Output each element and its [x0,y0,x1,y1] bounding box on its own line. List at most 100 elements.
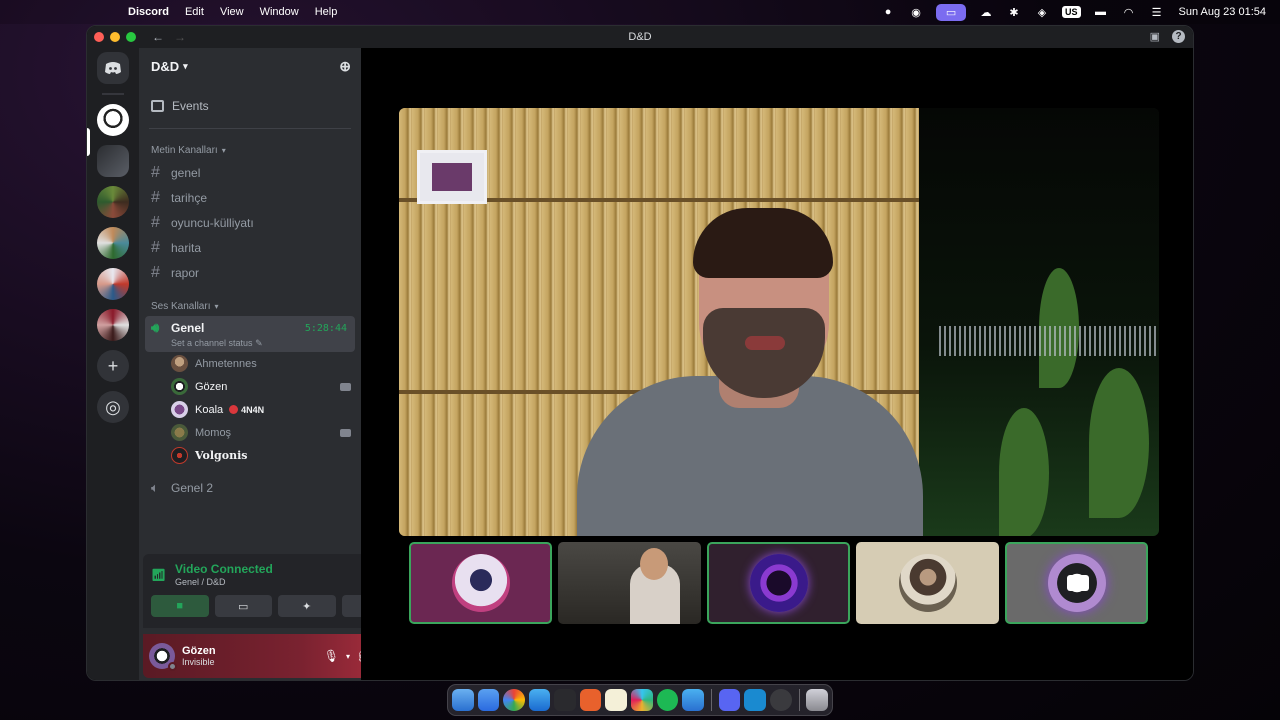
voice-user[interactable]: Volgonis [139,444,361,467]
voice-user[interactable]: Momoş [139,421,361,444]
claude-icon[interactable] [579,689,602,711]
slack-icon[interactable] [631,689,653,711]
menu-view[interactable]: View [220,6,244,18]
gamepad-icon[interactable]: ◈ [1034,5,1050,19]
channel-tarihce[interactable]: # tarihçe [139,185,361,210]
files-icon[interactable] [682,689,704,711]
mail-icon[interactable] [477,689,500,711]
invite-people-icon[interactable]: ⊕ [339,58,351,75]
voice-channel-genel-2[interactable]: 🔈︎ Genel 2 [139,475,361,500]
menu-app-name[interactable]: Discord [128,6,169,18]
discord-tray-icon[interactable]: ◉ [908,5,924,19]
voice-user[interactable]: Koala 4N4N [139,398,361,421]
screen-share-status-icon[interactable]: ▭ [936,3,967,21]
status-invisible-icon [168,662,177,671]
control-center-icon[interactable]: ☰ [1149,5,1165,19]
menu-edit[interactable]: Edit [185,6,204,18]
avatar [451,554,510,612]
clan-badge-icon [229,405,239,414]
user-name: Gözen [182,645,216,657]
channel-harita[interactable]: # harita [139,235,361,260]
connection-status[interactable]: Video Connected [175,562,273,576]
help-icon[interactable]: ? [1172,30,1185,43]
channel-label: tarihçe [171,190,208,205]
hash-icon: # [151,163,160,181]
active-server-indicator [87,128,90,156]
avatar[interactable] [149,643,177,671]
server-folder[interactable] [97,186,129,218]
discover-compass-icon[interactable]: ◎ [97,391,129,423]
inbox-icon[interactable]: ▣ [1150,30,1160,43]
user-info[interactable]: Gözen Invisible [182,645,216,667]
microphone-icon[interactable]: 🎙︎ [324,649,339,663]
video-background [939,326,1159,356]
hash-icon: # [151,238,160,256]
voice-user[interactable]: Gözen [139,375,361,398]
speaker-icon: 🔈︎ [151,479,159,495]
signal-strength-icon[interactable]: 📶︎ [151,568,175,582]
participant-tile[interactable] [558,542,701,624]
activities-button[interactable]: ✦ [278,595,336,617]
focused-video-tile[interactable] [399,108,1159,536]
avatar [171,378,188,395]
category-voice-channels[interactable]: Ses Kanalları ▾ [139,285,361,316]
voice-user-name: Momoş [195,426,232,439]
add-server-button[interactable]: + [97,350,129,382]
server-folder[interactable] [97,268,129,300]
server-icon-active[interactable] [97,145,129,177]
chevron-down-icon[interactable]: ▾ [346,652,350,661]
input-source-indicator[interactable]: US [1062,6,1081,18]
participant-tile[interactable] [856,542,999,624]
direct-messages-button[interactable] [97,52,129,84]
battery-icon[interactable]: ▬ [1093,5,1109,19]
screen-share-button[interactable]: ▭ [214,595,272,617]
wifi-icon[interactable]: ◠ [1121,5,1137,19]
menu-help[interactable]: Help [315,6,338,18]
user-status: Invisible [182,657,215,667]
video-camera-icon [340,382,351,391]
trash-icon[interactable] [806,689,829,711]
voice-channel-genel[interactable]: 🔊︎ Genel 5:28:44 Set a channel status ✎ [145,316,355,352]
window-title: D&D [628,31,652,43]
category-text-channels[interactable]: Metin Kanalları ▾ [139,129,361,160]
record-icon[interactable]: ● [880,5,896,19]
server-folder[interactable] [97,309,129,341]
events-item[interactable]: Events [139,84,361,118]
server-folder[interactable] [97,227,129,259]
voice-channel-label: Genel 2 [171,480,214,495]
finder-icon[interactable] [452,689,474,711]
app-store-icon[interactable] [744,689,766,711]
chevron-down-icon: ▾ [214,302,219,311]
participant-tile[interactable] [409,542,552,624]
channel-label: oyuncu-külliyatı [171,215,254,230]
channel-genel[interactable]: # genel [139,160,361,185]
video-camera-icon [340,428,351,437]
connection-location[interactable]: Genel / D&D [175,577,273,587]
participant-tile[interactable] [1005,542,1148,624]
camera-toggle-button[interactable]: ■ [151,595,209,617]
menu-window[interactable]: Window [260,6,299,18]
clock-icon[interactable] [769,689,792,711]
spotify-icon[interactable] [656,689,679,711]
channel-oyuncu-kulliyati[interactable]: # oyuncu-külliyatı [139,210,361,235]
notes-icon[interactable] [605,689,628,711]
avatar [171,401,188,418]
chrome-icon[interactable] [503,689,525,711]
video-background [417,150,487,204]
macos-menubar: Discord Edit View Window Help ● ◉ ▭ ☁ ✱ … [0,0,1280,24]
channel-status-placeholder[interactable]: Set a channel status ✎ [171,338,347,349]
bluetooth-icon[interactable]: ✱ [1006,5,1022,19]
guild-header[interactable]: D&D ▾ ⊕ [139,48,361,84]
server-icon[interactable] [97,104,129,136]
xcode-icon[interactable] [528,689,551,711]
clan-tag-text: 4N4N [241,404,265,415]
unity-icon[interactable] [554,689,576,711]
participant-tile[interactable] [707,542,850,624]
events-label: Events [172,98,209,113]
participant-strip [409,542,1148,624]
cloud-icon[interactable]: ☁ [978,5,994,19]
discord-icon[interactable] [718,689,741,711]
menubar-clock[interactable]: Sun Aug 23 01:54 [1179,6,1266,18]
voice-user[interactable]: Ahmetennes [139,352,361,375]
channel-rapor[interactable]: # rapor [139,260,361,285]
